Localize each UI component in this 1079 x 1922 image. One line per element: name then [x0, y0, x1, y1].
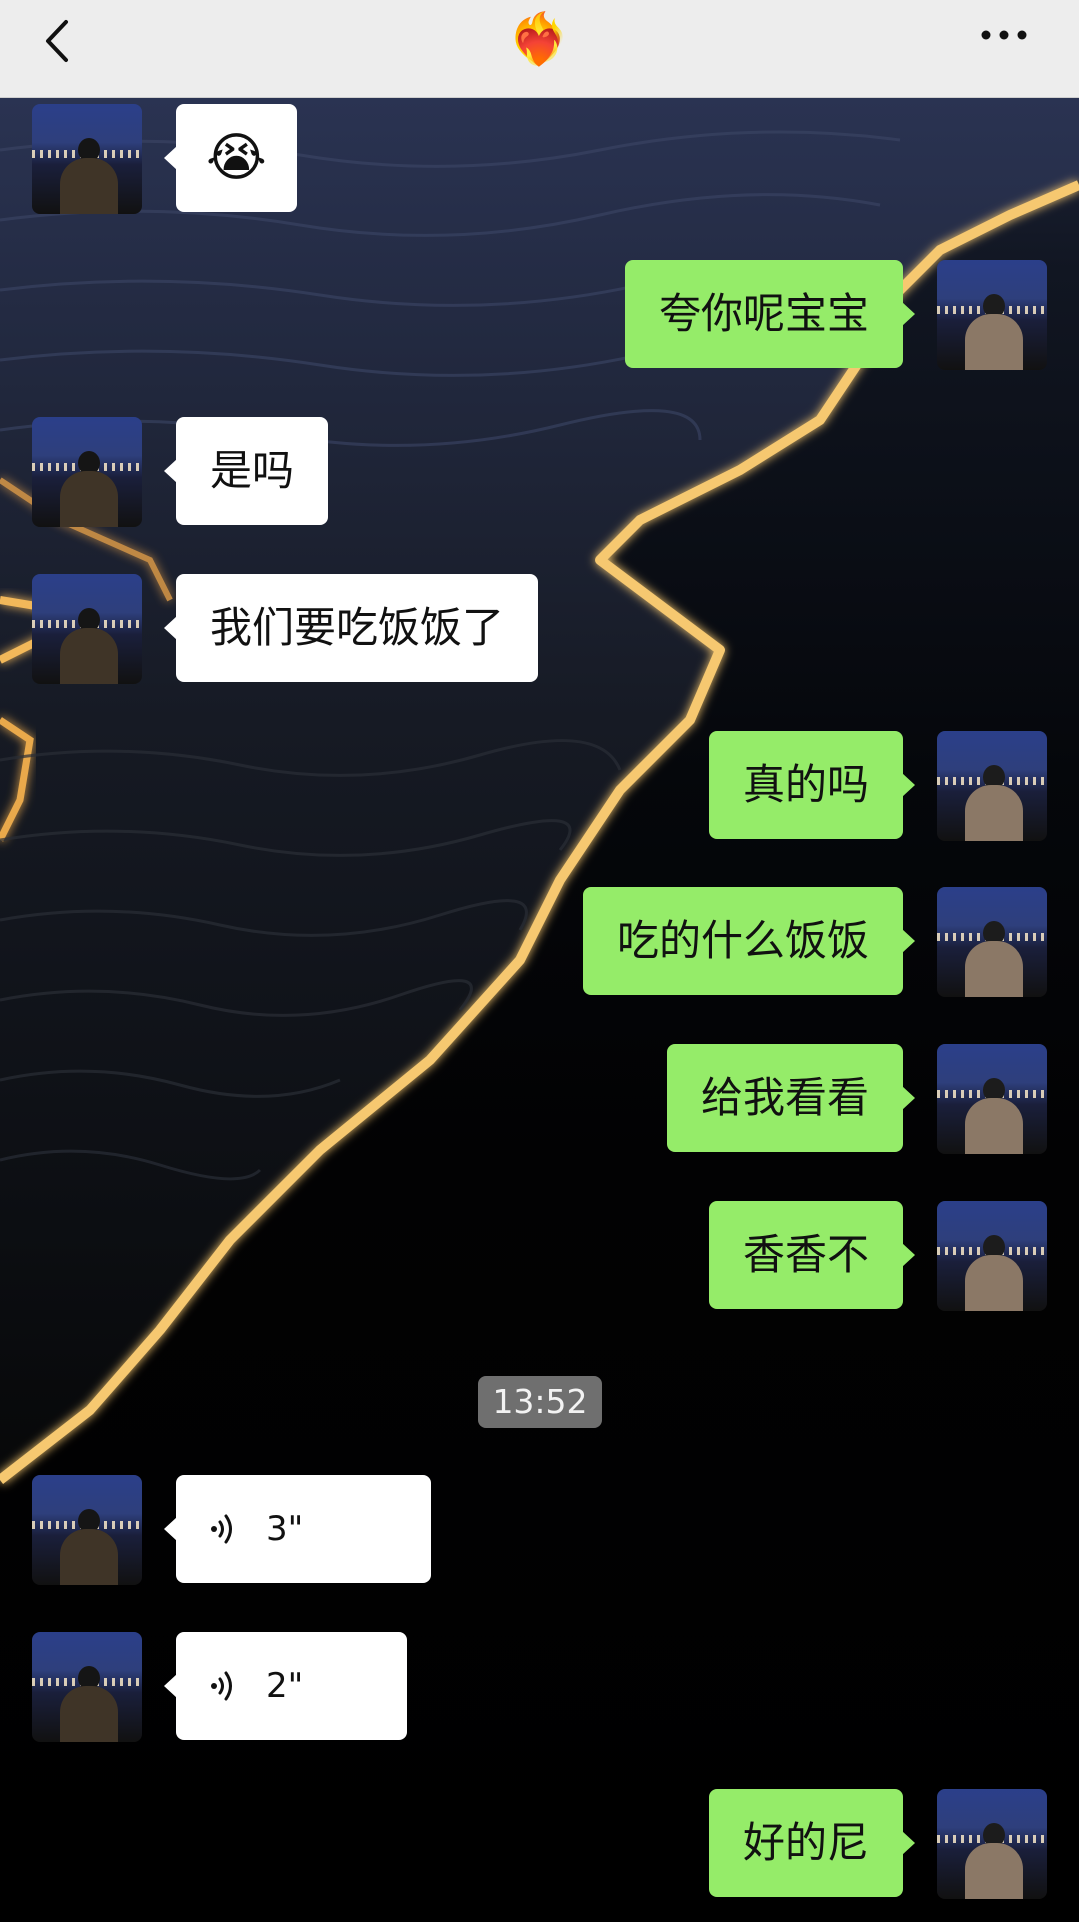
avatar-person-body	[965, 314, 1023, 370]
message-text: 吃的什么饭饭	[616, 916, 869, 965]
message-text: 我们要吃饭饭了	[210, 603, 505, 652]
avatar-person-body	[965, 941, 1023, 997]
contact-avatar[interactable]	[32, 417, 142, 527]
incoming-message[interactable]: 我们要吃饭饭了	[163, 574, 539, 682]
night-beach-wallpaper	[0, 97, 1079, 1484]
voice-message[interactable]: 3"	[164, 1475, 431, 1583]
voice-wave-icon	[211, 1671, 232, 1701]
my-avatar[interactable]	[937, 1201, 1047, 1311]
message-text: 好的尼	[742, 1818, 869, 1867]
outgoing-message[interactable]: 吃的什么饭饭	[582, 887, 916, 995]
voice-wave-icon	[211, 1514, 232, 1544]
my-avatar[interactable]	[937, 1789, 1047, 1899]
outgoing-message[interactable]: 夸你呢宝宝	[624, 260, 916, 368]
avatar-person-body	[60, 158, 118, 214]
message-text: 真的吗	[742, 760, 869, 809]
voice-duration: 3"	[266, 1509, 304, 1549]
contact-avatar[interactable]	[32, 104, 142, 214]
more-options-icon[interactable]	[978, 20, 1030, 50]
contact-avatar[interactable]	[32, 574, 142, 684]
crying-face-emoji: 😭	[206, 128, 267, 188]
contact-avatar[interactable]	[32, 1632, 142, 1742]
my-avatar[interactable]	[937, 887, 1047, 997]
incoming-emoji-message[interactable]: 😭	[164, 104, 297, 212]
avatar-person-body	[60, 1686, 118, 1742]
outgoing-message[interactable]: 真的吗	[708, 731, 916, 839]
avatar-person-body	[60, 471, 118, 527]
incoming-message[interactable]: 是吗	[163, 417, 329, 525]
contact-name-emoji: ❤️‍🔥	[507, 10, 571, 68]
chat-background	[0, 0, 1079, 1922]
message-text: 是吗	[210, 446, 295, 495]
avatar-person-body	[965, 1843, 1023, 1899]
message-text: 香香不	[742, 1230, 869, 1279]
outgoing-message[interactable]: 好的尼	[708, 1789, 916, 1897]
my-avatar[interactable]	[937, 731, 1047, 841]
contact-avatar[interactable]	[32, 1475, 142, 1585]
back-icon[interactable]	[38, 16, 78, 66]
message-timestamp: 13:52	[478, 1376, 602, 1428]
voice-message[interactable]: 2"	[164, 1632, 407, 1740]
outgoing-message[interactable]: 给我看看	[666, 1044, 916, 1152]
message-text: 给我看看	[700, 1073, 869, 1122]
message-text: 夸你呢宝宝	[658, 289, 869, 338]
my-avatar[interactable]	[937, 260, 1047, 370]
avatar-person-body	[60, 628, 118, 684]
avatar-person-body	[965, 1255, 1023, 1311]
outgoing-message[interactable]: 香香不	[708, 1201, 916, 1309]
avatar-person-body	[965, 785, 1023, 841]
voice-duration: 2"	[266, 1666, 304, 1706]
avatar-person-body	[60, 1529, 118, 1585]
chat-header: ❤️‍🔥	[0, 0, 1079, 98]
my-avatar[interactable]	[937, 1044, 1047, 1154]
avatar-person-body	[965, 1098, 1023, 1154]
